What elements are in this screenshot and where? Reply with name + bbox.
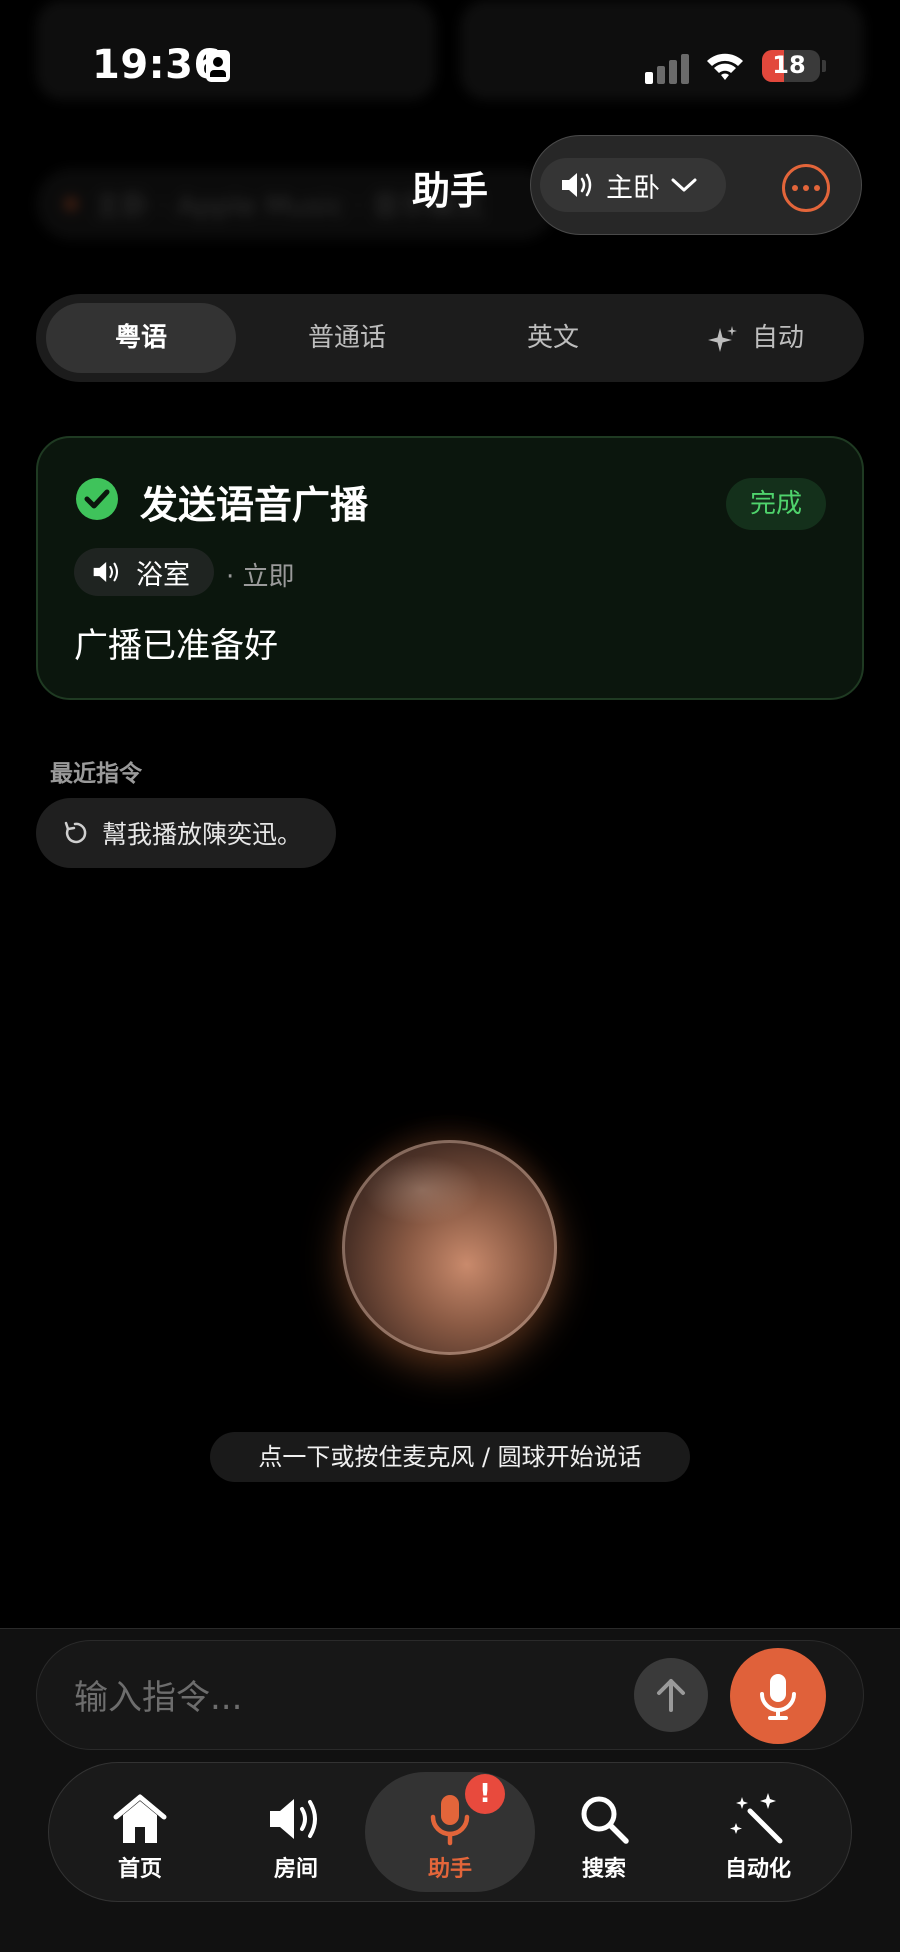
tab-search[interactable]: 搜索 (544, 1785, 664, 1885)
contact-card-icon (206, 50, 230, 82)
page-title: 助手 (411, 169, 488, 213)
tab-home[interactable]: 首页 (80, 1785, 200, 1885)
tab-automation[interactable]: 自动化 (698, 1785, 818, 1885)
wifi-icon (707, 53, 743, 80)
more-options-button[interactable] (782, 164, 830, 212)
tab-label: 首页 (117, 1857, 162, 1882)
recent-commands-heading: 最近指令 (50, 761, 142, 787)
tab-label: 自动化 (724, 1857, 791, 1882)
tab-rooms[interactable]: 房间 (236, 1785, 356, 1885)
command-input[interactable]: 输入指令... (74, 1670, 242, 1719)
speaker-icon (93, 562, 119, 582)
voice-hint-label: 点一下或按住麦克风 / 圆球开始说话 (210, 1432, 690, 1482)
cellular-signal-icon (645, 52, 695, 84)
tab-label: 房间 (273, 1857, 318, 1882)
status-time: 19:36 (92, 42, 222, 88)
result-message: 广播已准备好 (74, 626, 278, 666)
speaker-icon (562, 173, 592, 197)
battery-indicator: 18 (762, 50, 820, 82)
alert-badge: ! (465, 1774, 505, 1814)
result-title: 发送语音广播 (140, 483, 369, 527)
checkmark-icon (76, 478, 118, 520)
arrow-up-icon (657, 1679, 685, 1712)
sparkle-icon (708, 326, 737, 352)
replay-icon (64, 821, 87, 844)
recent-command-item[interactable]: 幫我播放陳奕迅。 (36, 798, 336, 868)
search-icon (581, 1796, 629, 1844)
target-room-label: 浴室 (136, 559, 190, 591)
language-option-cantonese[interactable]: 粤语 (46, 294, 236, 382)
language-option-english[interactable]: 英文 (458, 294, 648, 382)
room-selector-button[interactable]: 主卧 (540, 158, 726, 212)
home-icon (113, 1794, 167, 1843)
send-button[interactable] (634, 1658, 708, 1732)
battery-cap (822, 60, 826, 72)
language-option-auto[interactable]: 自动 (738, 294, 818, 382)
tab-label: 助手 (427, 1857, 472, 1882)
microphone-button[interactable] (730, 1648, 826, 1744)
recent-command-text: 幫我播放陳奕迅。 (102, 820, 303, 849)
target-room-chip: 浴室 (74, 548, 214, 596)
broadcast-timing: · 立即 (226, 562, 295, 592)
language-option-mandarin[interactable]: 普通话 (252, 294, 442, 382)
speaker-icon (270, 1799, 317, 1839)
mic-icon (760, 1674, 796, 1720)
magic-wand-icon (730, 1793, 783, 1844)
tab-label: 搜索 (581, 1857, 626, 1882)
status-badge: 完成 (726, 478, 826, 530)
room-selector-label: 主卧 (606, 172, 660, 204)
orb-highlight (362, 1155, 482, 1225)
chevron-down-icon (671, 178, 697, 192)
